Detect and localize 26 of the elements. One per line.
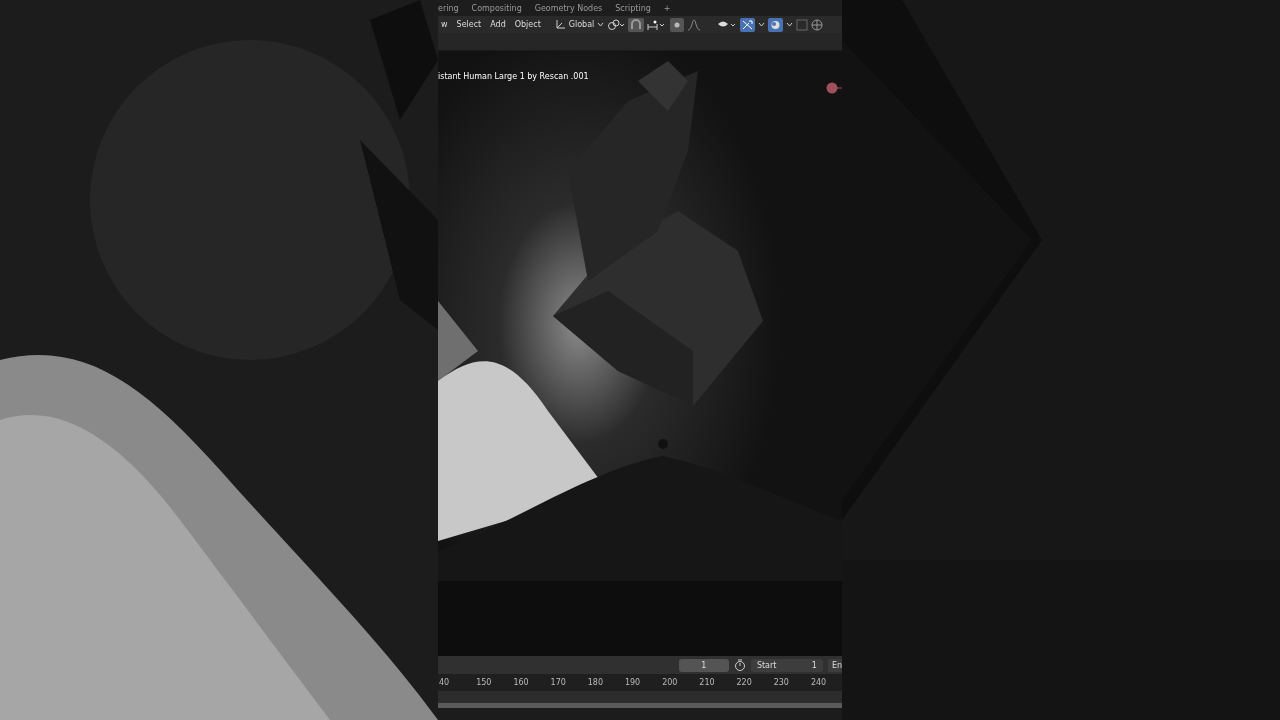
frame-number: 40 [439,678,451,687]
frame-number: 200 [662,678,679,687]
frame-number: 170 [550,678,567,687]
menu-item[interactable]: Add [487,20,509,29]
current-frame-field[interactable]: 1 [678,658,729,672]
orientation-label: Global [568,20,595,29]
orientation-dropdown[interactable]: Global [554,19,605,30]
frame-number: 180 [587,678,605,687]
workspace-tab[interactable]: Scripting [615,3,651,13]
end-frame-field[interactable]: En [827,658,842,672]
frame-number: 150 [476,678,493,687]
menu-item[interactable]: Object [511,20,544,29]
add-workspace-button[interactable]: + [663,3,671,13]
workspace-tab[interactable]: Compositing [471,3,522,13]
start-frame-field[interactable]: Start 1 [750,658,823,672]
frame-number: 230 [773,678,790,687]
frame-number: 160 [513,678,530,687]
frame-number: 240 [810,678,828,687]
frame-number: 210 [699,678,716,687]
frame-number: 190 [624,678,642,687]
workspace-tab[interactable]: ering [438,3,459,13]
menu-item[interactable]: Select [453,20,485,29]
frame-number: 220 [736,678,753,687]
object-label: istant Human Large 1 by Rescan .001 [438,72,589,81]
menu-item[interactable]: w [438,20,451,29]
workspace-tab[interactable]: Geometry Nodes [534,3,603,13]
